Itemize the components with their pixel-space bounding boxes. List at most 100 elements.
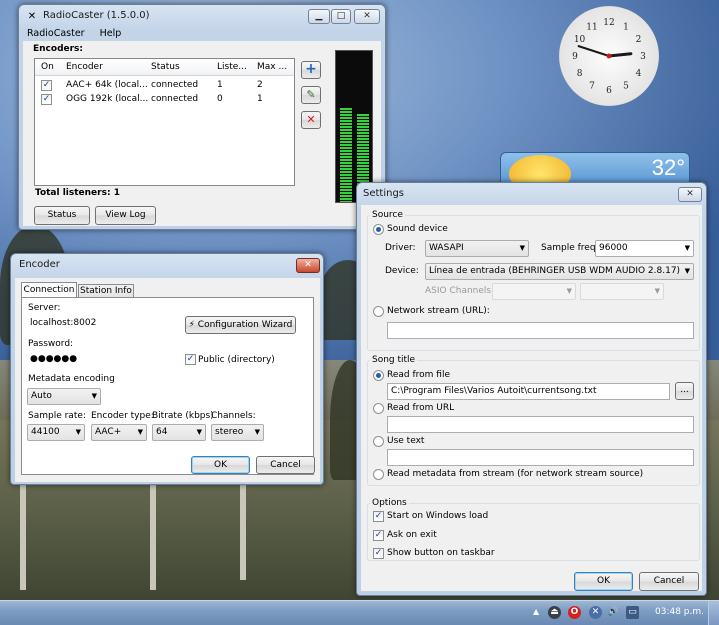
- settings-cancel-button[interactable]: Cancel: [639, 572, 699, 591]
- public-directory-checkbox[interactable]: ✓: [185, 354, 196, 365]
- device-select[interactable]: Línea de entrada (BEHRINGER USB WDM AUDI…: [425, 263, 694, 280]
- opera-icon[interactable]: O: [568, 606, 581, 619]
- chevron-down-icon: ▼: [519, 244, 525, 252]
- view-log-button[interactable]: View Log: [95, 206, 156, 225]
- chevron-down-icon: ▼: [654, 287, 660, 295]
- configuration-wizard-button[interactable]: ⚡ Configuration Wizard: [185, 316, 296, 334]
- bitrate-label: Bitrate (kbps): [152, 411, 214, 421]
- start-on-load-checkbox[interactable]: ✓: [373, 511, 384, 522]
- channels-select[interactable]: stereo ▼: [211, 424, 264, 441]
- asio-channel-left-select[interactable]: ▼: [492, 283, 576, 300]
- metadata-encoding-label: Metadata encoding: [28, 374, 115, 384]
- column-encoder[interactable]: Encoder: [66, 62, 103, 72]
- sound-device-radio[interactable]: [373, 224, 384, 235]
- encoder-listeners: 1: [217, 80, 223, 90]
- start-on-load-label: Start on Windows load: [387, 511, 489, 521]
- edit-encoder-button[interactable]: ✎: [301, 86, 321, 104]
- encoder-close-button[interactable]: ✕: [296, 258, 320, 273]
- encoders-list[interactable]: On Encoder Status Liste... Max ... ✓ AAC…: [34, 58, 295, 186]
- add-encoder-button[interactable]: +: [301, 61, 321, 79]
- tab-station-info[interactable]: Station Info: [78, 284, 134, 298]
- encoder-ok-button[interactable]: OK: [191, 456, 250, 474]
- table-row[interactable]: ✓ AAC+ 64k (local... connected 1 2: [35, 79, 294, 93]
- sample-freq-label: Sample freq:: [541, 243, 599, 253]
- asio-channels-label: ASIO Channels:: [425, 286, 495, 296]
- driver-label: Driver:: [385, 243, 416, 253]
- settings-title-bar[interactable]: Settings ✕: [357, 183, 706, 207]
- menu-bar: RadioCaster Help: [27, 28, 133, 39]
- tab-connection-label: Connection: [23, 285, 75, 295]
- sample-rate-select[interactable]: 44100 ▼: [27, 424, 85, 441]
- sample-freq-select[interactable]: 96000 ▼: [595, 240, 694, 257]
- encoder-enabled-checkbox[interactable]: ✓: [41, 94, 52, 105]
- column-status[interactable]: Status: [151, 62, 180, 72]
- show-taskbar-checkbox[interactable]: ✓: [373, 548, 384, 559]
- show-taskbar-label: Show button on taskbar: [387, 548, 495, 558]
- network-stream-radio[interactable]: [373, 306, 384, 317]
- weather-temperature: 32°: [651, 155, 685, 180]
- password-input[interactable]: ●●●●●●: [27, 352, 179, 369]
- read-from-file-radio[interactable]: [373, 370, 384, 381]
- network-icon[interactable]: ▭: [626, 606, 639, 619]
- password-value: ●●●●●●: [30, 354, 78, 364]
- read-metadata-radio[interactable]: [373, 469, 384, 480]
- song-text-input[interactable]: [387, 449, 694, 466]
- song-url-input[interactable]: [387, 416, 694, 433]
- menu-radiocaster[interactable]: RadioCaster: [27, 28, 85, 39]
- app-icon: ✕: [27, 11, 37, 22]
- encoders-label: Encoders:: [33, 44, 84, 54]
- clock-center: [606, 53, 612, 59]
- tree-trunk: [20, 470, 26, 590]
- chevron-down-icon: ▼: [684, 244, 690, 252]
- bitrate-select[interactable]: 64 ▼: [152, 424, 206, 441]
- ask-on-exit-checkbox[interactable]: ✓: [373, 530, 384, 541]
- encoder-max: 2: [257, 80, 263, 90]
- close-button[interactable]: ✕: [354, 9, 380, 24]
- server-input[interactable]: localhost:8002: [27, 316, 179, 333]
- settings-ok-button[interactable]: OK: [574, 572, 633, 591]
- title-bar[interactable]: ✕ RadioCaster (1.5.0.0) ▁ □ ✕: [19, 5, 385, 29]
- table-row[interactable]: ✓ OGG 192k (local... connected 0 1: [35, 93, 294, 107]
- browse-button[interactable]: ...: [675, 382, 694, 400]
- eject-icon[interactable]: ⏏: [548, 606, 561, 619]
- tab-connection[interactable]: Connection: [21, 282, 77, 298]
- encoder-enabled-checkbox[interactable]: ✓: [41, 80, 52, 91]
- use-text-radio[interactable]: [373, 436, 384, 447]
- encoder-type-select[interactable]: AAC+ ▼: [91, 424, 147, 441]
- read-from-url-radio[interactable]: [373, 403, 384, 414]
- file-path-input[interactable]: C:\Program Files\Varios Autoit\currentso…: [387, 383, 670, 400]
- tray-expand-icon[interactable]: ▲: [533, 607, 539, 616]
- clock-number: 3: [640, 52, 646, 62]
- encoder-name: OGG 192k (local...: [66, 94, 149, 104]
- encoder-title: Encoder: [19, 259, 60, 270]
- sample-freq-value: 96000: [599, 243, 628, 253]
- source-group-title: Source: [370, 210, 405, 220]
- settings-close-button[interactable]: ✕: [678, 187, 702, 202]
- driver-select[interactable]: WASAPI ▼: [425, 240, 529, 257]
- column-listeners[interactable]: Liste...: [217, 62, 247, 72]
- channels-value: stereo: [215, 427, 244, 437]
- maximize-button[interactable]: □: [331, 9, 351, 24]
- column-on[interactable]: On: [41, 62, 54, 72]
- menu-help[interactable]: Help: [100, 28, 122, 39]
- status-button[interactable]: Status: [34, 206, 90, 225]
- remove-encoder-button[interactable]: ✕: [301, 111, 321, 129]
- network-stream-url-input[interactable]: [387, 322, 694, 339]
- clock-number: 10: [574, 35, 586, 45]
- show-desktop-button[interactable]: [708, 601, 719, 625]
- read-from-url-label: Read from URL: [387, 403, 455, 413]
- taskbar-clock[interactable]: 03:48 p.m.: [655, 607, 704, 617]
- encoder-cancel-button[interactable]: Cancel: [256, 456, 315, 474]
- column-max[interactable]: Max ...: [257, 62, 287, 72]
- app-tray-icon[interactable]: ✕: [589, 606, 602, 619]
- encoder-client: Connection Station Info Server: localhos…: [15, 278, 320, 482]
- asio-channel-right-select[interactable]: ▼: [580, 283, 664, 300]
- encoder-title-bar[interactable]: Encoder ✕: [11, 254, 323, 278]
- chevron-down-icon: ▼: [91, 392, 97, 400]
- volume-icon[interactable]: 🔊: [607, 606, 620, 619]
- minimize-button[interactable]: ▁: [308, 9, 330, 24]
- metadata-encoding-select[interactable]: Auto ▼: [27, 388, 101, 405]
- metadata-encoding-value: Auto: [31, 391, 52, 401]
- clock-gadget[interactable]: 12 1 2 3 4 5 6 7 8 9 10 11: [559, 6, 659, 106]
- settings-dialog: Settings ✕ Source Sound device Driver: W…: [356, 182, 707, 596]
